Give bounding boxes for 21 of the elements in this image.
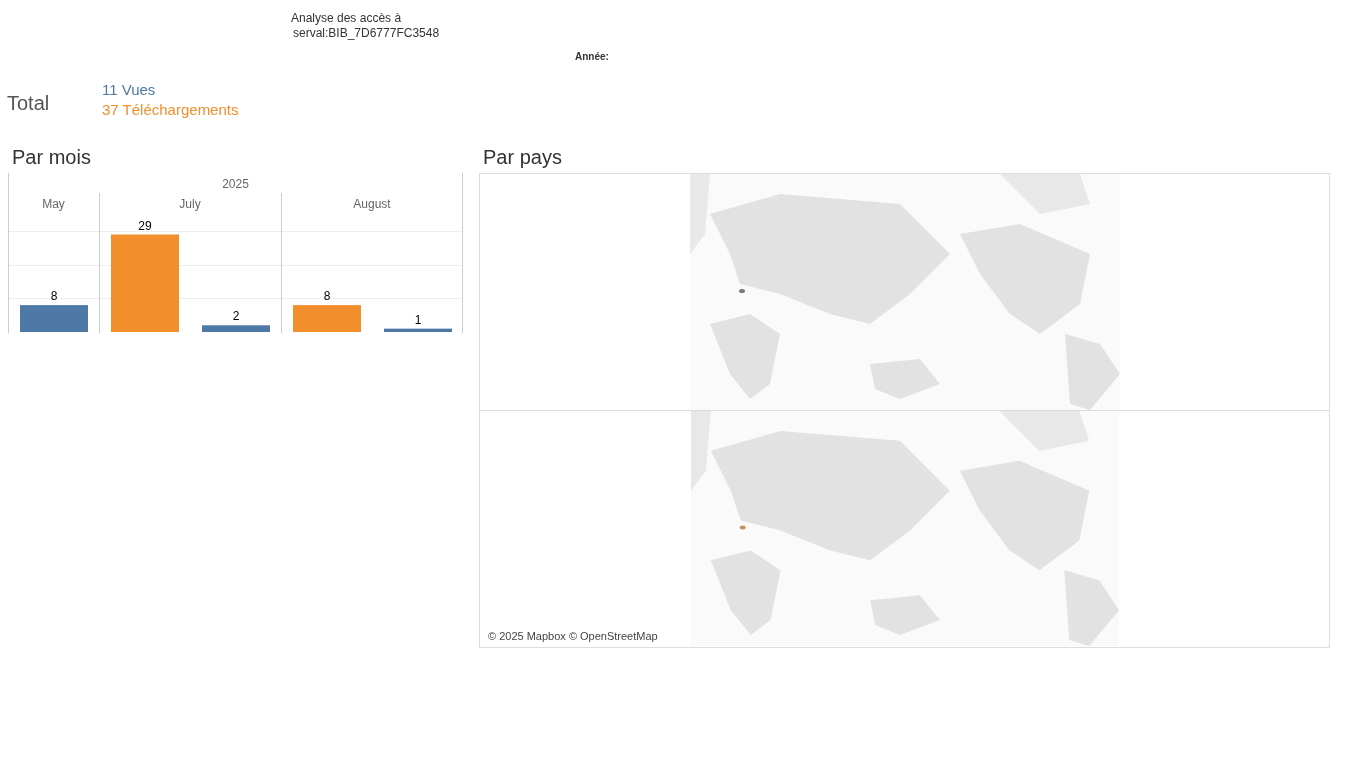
axis-label: August — [353, 197, 391, 211]
axis-label: July — [179, 197, 201, 211]
views-total: 11 Vues — [102, 81, 156, 98]
data-label: 8 — [50, 289, 58, 304]
page-title: serval:BIB_7D6777FC3548 — [292, 26, 441, 41]
filter-label: Année: — [575, 51, 609, 62]
bar — [20, 305, 88, 332]
bar — [202, 325, 270, 332]
data-label: 1 — [414, 312, 422, 327]
page-title: Analyse des accès à — [291, 11, 403, 26]
data-label: 29 — [138, 218, 152, 233]
data-label: 8 — [323, 289, 331, 304]
bar — [384, 328, 452, 332]
downloads-total: 37 Téléchargements — [102, 101, 239, 118]
total-label: Total — [7, 92, 50, 114]
axis-label: 2025 — [222, 177, 249, 191]
bar — [293, 305, 361, 332]
section-title: Par mois — [12, 146, 91, 168]
data-label: 2 — [232, 309, 240, 324]
axis-label: May — [42, 197, 65, 211]
section-title: Par pays — [483, 146, 562, 168]
